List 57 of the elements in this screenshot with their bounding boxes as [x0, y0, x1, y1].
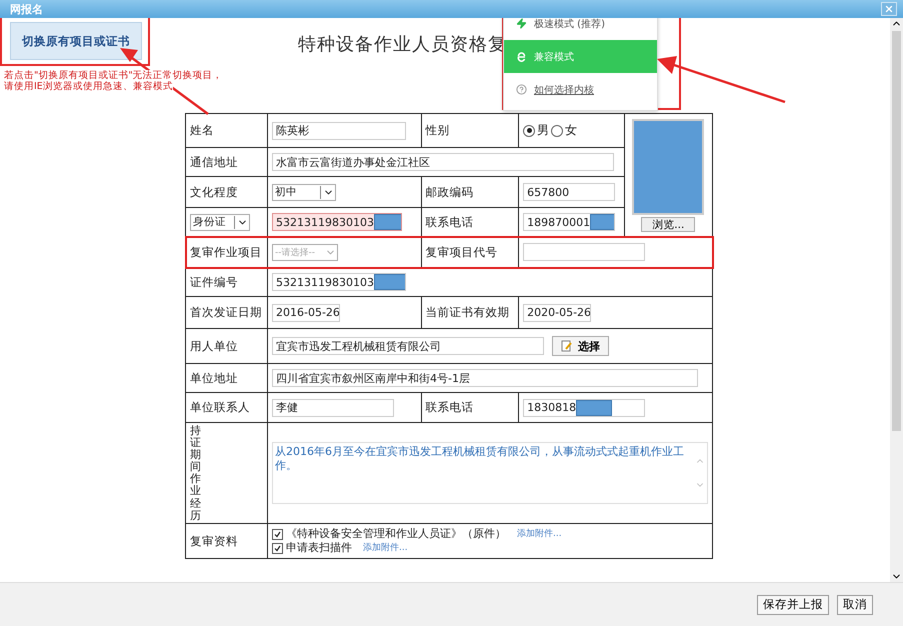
text-field[interactable]: 1830818 [523, 398, 646, 416]
edit-icon [561, 340, 573, 352]
text-field[interactable]: 657800 [523, 183, 616, 201]
arrowhead-icon [120, 48, 138, 62]
checkbox[interactable] [272, 528, 283, 540]
material-label: 申请表扫描件 [286, 541, 352, 555]
field-label: 复审作业项目 [190, 244, 262, 258]
close-button[interactable] [881, 2, 897, 16]
menu-item[interactable]: 极速模式 (推荐) [504, 18, 657, 40]
field-label: 姓名 [190, 123, 214, 137]
text-field[interactable]: 四川省宜宾市叙州区南岸中和街4号-1层 [272, 369, 698, 387]
browse-button[interactable]: 浏览... [641, 216, 696, 232]
field-label: 复审资料 [190, 534, 238, 548]
attach-link[interactable]: 添加附件... [517, 527, 562, 541]
select-button[interactable]: 选择 [552, 336, 609, 356]
lightning-icon [516, 18, 527, 29]
date-field[interactable]: 2020-05-26 [523, 304, 592, 322]
date-field[interactable]: 2016-05-26 [272, 304, 340, 322]
text-field[interactable]: 189870001 [523, 213, 616, 231]
field-label: 邮政编码 [426, 184, 474, 198]
field-label: 证件编号 [190, 274, 238, 288]
field-label: 用人单位 [190, 338, 238, 352]
field-label: 当前证书有效期 [426, 305, 510, 319]
field-label: 首次发证日期 [190, 305, 262, 319]
field-label: 性别 [426, 123, 450, 137]
radio-option[interactable]: 女 [551, 122, 578, 139]
text-field[interactable]: 李健 [272, 398, 394, 416]
attach-link[interactable]: 添加附件... [363, 541, 408, 555]
window-title: 网报名 [10, 2, 43, 16]
text-field[interactable]: 53213119830103 [272, 213, 402, 231]
field-label: 复审项目代号 [426, 244, 498, 258]
cancel-button[interactable]: 取消 [837, 594, 873, 614]
text-field[interactable]: 53213119830103 [272, 273, 406, 291]
experience-textarea[interactable]: 从2016年6月至今在宜宾市迅发工程机械租赁有限公司，从事流动式式起重机作业工作。 [272, 442, 708, 504]
material-label: 《特种设备安全管理和作业人员证》（原件） [286, 527, 506, 541]
switch-button[interactable]: 切换原有项目或证书 [10, 22, 142, 60]
field-label: 持证期间作业经历 [190, 423, 201, 522]
help-icon [516, 84, 527, 95]
field-label: 单位联系人 [190, 400, 250, 414]
menu-item[interactable]: 如何选择内核 [504, 73, 657, 106]
radio-option[interactable]: 男 [523, 122, 550, 139]
field-label: 联系电话 [426, 214, 474, 228]
education-select[interactable]: 初中 [272, 184, 336, 200]
text-field[interactable]: 陈英彬 [272, 122, 406, 140]
text-field[interactable]: 宜宾市迅发工程机械租赁有限公司 [272, 337, 544, 355]
id-type-select[interactable]: 身份证 [190, 214, 250, 230]
checkbox[interactable] [272, 542, 283, 554]
text-field[interactable]: 水富市云富街道办事处金江社区 [272, 153, 614, 171]
field-label: 单位地址 [190, 370, 238, 384]
e-icon [516, 51, 527, 62]
close-icon [884, 4, 894, 14]
warning-notice: 请使用IE浏览器或使用急速、兼容模式 [4, 81, 173, 92]
save-button[interactable]: 保存并上报 [757, 594, 829, 614]
scrollbar-thumb[interactable] [892, 31, 901, 431]
field-label: 通信地址 [190, 154, 238, 168]
field-label: 文化程度 [190, 184, 238, 198]
field-label: 联系电话 [426, 400, 474, 414]
